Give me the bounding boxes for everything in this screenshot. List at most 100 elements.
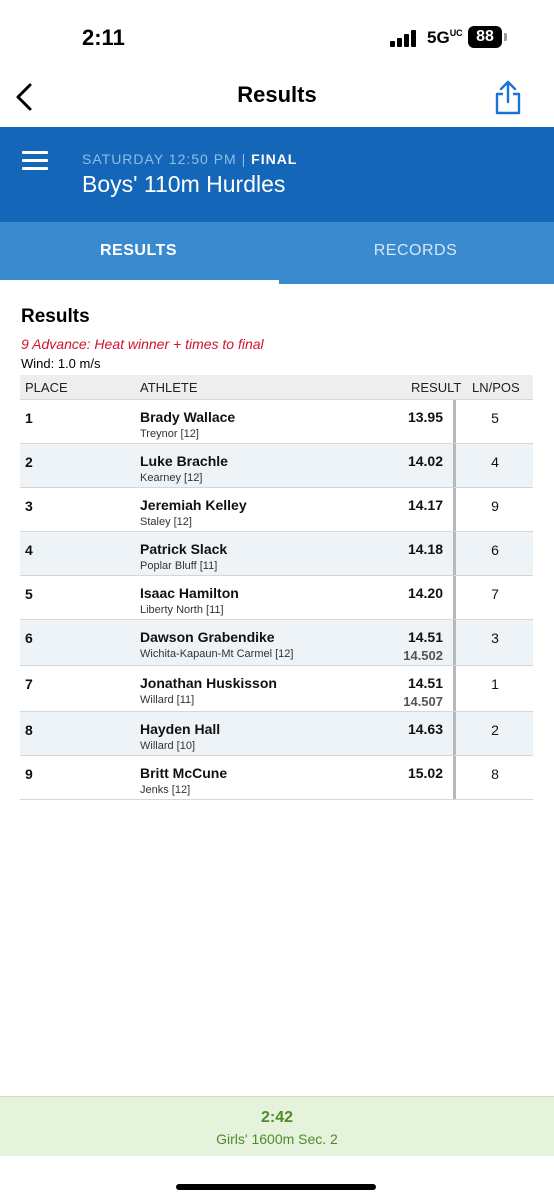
event-day-time: SATURDAY 12:50 PM <box>82 151 237 167</box>
battery-tip <box>504 33 507 41</box>
place: 6 <box>25 630 33 646</box>
athlete-team: Willard [11] <box>140 694 195 706</box>
table-row[interactable]: 9 Britt McCune Jenks [12] 15.02 8 <box>20 755 533 799</box>
menu-button[interactable] <box>22 151 50 173</box>
athlete-team: Poplar Bluff [11] <box>140 560 218 572</box>
lane-position: 5 <box>491 410 499 426</box>
cellular-signal-icon <box>390 29 420 47</box>
result-time: 15.02 <box>407 765 443 781</box>
table-row[interactable]: 6 Dawson Grabendike Wichita-Kapaun-Mt Ca… <box>20 619 533 665</box>
column-divider <box>453 444 456 487</box>
lane-position: 1 <box>491 676 499 692</box>
page-title: Results <box>237 82 317 107</box>
result-time: 14.51 <box>407 629 443 645</box>
athlete-team: Treynor [12] <box>140 428 199 440</box>
event-meta: SATURDAY 12:50 PM | FINAL <box>82 151 297 167</box>
column-header-lane: LN/POS <box>472 380 520 395</box>
result-time: 14.20 <box>407 585 443 601</box>
lane-position: 8 <box>491 766 499 782</box>
athlete-team: Willard [10] <box>140 740 196 752</box>
column-header-place: PLACE <box>25 380 68 395</box>
column-divider <box>453 620 456 665</box>
athlete-team: Staley [12] <box>140 516 192 528</box>
next-event-name: Girls' 1600m Sec. 2 <box>216 1131 338 1147</box>
event-header: SATURDAY 12:50 PM | FINAL Boys' 110m Hur… <box>0 127 554 222</box>
next-event-time: 2:42 <box>260 1109 294 1126</box>
athlete-team: Jenks [12] <box>140 784 191 796</box>
table-row[interactable]: 7 Jonathan Huskisson Willard [11] 14.51 … <box>20 665 533 711</box>
advance-note: 9 Advance: Heat winner + times to final <box>21 336 264 352</box>
column-header-result: RESULT <box>411 380 462 395</box>
column-divider <box>453 756 456 799</box>
athlete-name: Luke Brachle <box>140 453 228 469</box>
table-row[interactable]: 8 Hayden Hall Willard [10] 14.63 2 <box>20 711 533 755</box>
place: 9 <box>25 766 33 782</box>
athlete-name: Jeremiah Kelley <box>140 497 247 513</box>
meta-separator: | <box>241 151 247 167</box>
athlete-name: Brady Wallace <box>140 409 236 425</box>
table-row[interactable]: 4 Patrick Slack Poplar Bluff [11] 14.18 … <box>20 531 533 575</box>
place: 1 <box>25 410 33 426</box>
lane-position: 3 <box>491 630 499 646</box>
hamburger-icon <box>22 151 48 154</box>
tab-results[interactable]: RESULTS <box>0 222 277 284</box>
column-divider <box>453 532 456 575</box>
athlete-name: Dawson Grabendike <box>140 629 275 645</box>
table-row[interactable]: 5 Isaac Hamilton Liberty North [11] 14.2… <box>20 575 533 619</box>
column-divider <box>453 488 456 531</box>
results-heading: Results <box>21 306 90 327</box>
result-time: 14.17 <box>407 497 443 513</box>
next-event-banner[interactable]: 2:42 Girls' 1600m Sec. 2 <box>0 1096 554 1156</box>
wind-reading: Wind: 1.0 m/s <box>21 356 101 371</box>
table-row[interactable]: 1 Brady Wallace Treynor [12] 13.95 5 <box>20 399 533 443</box>
athlete-name: Patrick Slack <box>140 541 228 557</box>
place: 7 <box>25 676 33 692</box>
results-table: PLACE ATHLETE RESULT LN/POS 1 Brady Wall… <box>20 375 533 800</box>
event-name: Boys' 110m Hurdles <box>82 171 286 197</box>
status-time: 2:11 <box>82 25 125 50</box>
column-divider <box>453 712 456 755</box>
table-bottom-border <box>20 799 533 800</box>
athlete-name: Britt McCune <box>140 765 228 781</box>
lane-position: 4 <box>491 454 499 470</box>
share-icon <box>495 80 521 115</box>
battery-icon: 88 <box>468 26 502 48</box>
result-time: 14.51 <box>407 675 443 691</box>
event-status: FINAL <box>251 151 298 167</box>
table-header: PLACE ATHLETE RESULT LN/POS <box>20 375 533 399</box>
place: 4 <box>25 542 33 558</box>
home-indicator[interactable] <box>176 1184 376 1190</box>
athlete-team: Liberty North [11] <box>140 604 224 616</box>
column-divider <box>453 576 456 619</box>
active-tab-indicator <box>0 280 279 284</box>
network-type: 5GUC <box>427 28 463 47</box>
navigation-bar: Results <box>0 66 554 128</box>
athlete-team: Kearney [12] <box>140 472 203 484</box>
place: 8 <box>25 722 33 738</box>
result-time: 14.02 <box>407 453 443 469</box>
result-time: 13.95 <box>407 409 443 425</box>
place: 5 <box>25 586 33 602</box>
column-divider <box>453 666 456 711</box>
tab-records[interactable]: RECORDS <box>277 222 554 284</box>
table-row[interactable]: 2 Luke Brachle Kearney [12] 14.02 4 <box>20 443 533 487</box>
result-time: 14.63 <box>407 721 443 737</box>
athlete-name: Hayden Hall <box>140 721 221 737</box>
lane-position: 7 <box>491 586 499 602</box>
column-divider <box>453 400 456 443</box>
lane-position: 2 <box>491 722 499 738</box>
table-row[interactable]: 3 Jeremiah Kelley Staley [12] 14.17 9 <box>20 487 533 531</box>
result-time-precise: 14.502 <box>403 648 443 663</box>
tab-bar: RESULTS RECORDS <box>0 222 554 284</box>
column-header-athlete: ATHLETE <box>140 380 198 395</box>
lane-position: 6 <box>491 542 499 558</box>
athlete-team: Wichita-Kapaun-Mt Carmel [12] <box>140 648 294 660</box>
place: 3 <box>25 498 33 514</box>
result-time: 14.18 <box>407 541 443 557</box>
lane-position: 9 <box>491 498 499 514</box>
place: 2 <box>25 454 33 470</box>
athlete-name: Jonathan Huskisson <box>140 675 277 691</box>
athlete-name: Isaac Hamilton <box>140 585 239 601</box>
result-time-precise: 14.507 <box>403 694 443 709</box>
share-button[interactable] <box>492 78 524 116</box>
